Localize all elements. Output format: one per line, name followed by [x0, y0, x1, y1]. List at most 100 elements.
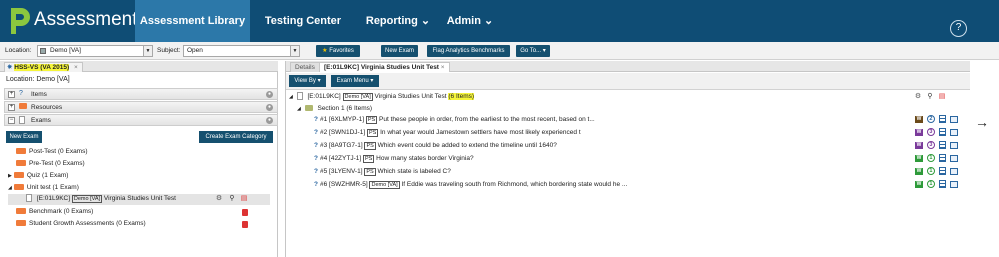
item-actions: W 1: [915, 154, 960, 164]
item-actions: W 3: [915, 128, 960, 138]
tree-folder-post-test[interactable]: Post-Test (0 Exams): [16, 147, 88, 157]
goto-button[interactable]: Go To... ▾: [516, 45, 550, 57]
tab-details[interactable]: Details: [290, 62, 320, 72]
building-icon: [40, 48, 46, 54]
close-icon[interactable]: ×: [74, 64, 78, 71]
tree-folder-pre-test[interactable]: Pre-Test (0 Exams): [16, 159, 85, 169]
chevron-down-icon: ▼: [290, 46, 299, 56]
list-item[interactable]: ? #4 [42ZYTJ-1] PS How many states border…: [314, 154, 474, 164]
location-select[interactable]: Demo [VA] ▼: [37, 45, 153, 57]
gear-icon: ✷: [7, 64, 13, 71]
tree-folder-unit-test[interactable]: ◢ Unit test (1 Exam): [8, 183, 79, 193]
exam-doc-icon: [26, 194, 32, 202]
section-folder-icon: [304, 105, 313, 111]
item-actions: W 1: [915, 180, 960, 190]
chevron-down-icon: ⌄: [420, 15, 431, 27]
grid-icon[interactable]: [938, 128, 946, 136]
item-actions: W 3: [915, 141, 960, 151]
pdf-icon[interactable]: ▤: [938, 93, 946, 101]
grid-icon[interactable]: [938, 180, 946, 188]
accordion-exams[interactable]: − Exams ●: [4, 114, 278, 126]
expand-icon[interactable]: +: [8, 104, 15, 111]
difficulty-badge: 3: [926, 141, 935, 149]
grid-icon[interactable]: [938, 154, 946, 162]
list-item[interactable]: ? #3 [8A9TG7-1] PS Which event could be a…: [314, 141, 557, 151]
new-exam-button[interactable]: New Exam: [6, 131, 42, 143]
grid-icon[interactable]: [938, 141, 946, 149]
collapse-arrow-icon[interactable]: ◢: [297, 106, 301, 112]
view-by-button[interactable]: View By ▾: [289, 75, 326, 87]
arrow-right-icon[interactable]: →: [975, 114, 989, 130]
copy-icon[interactable]: [949, 167, 958, 175]
list-item[interactable]: ? #5 [3LYENV-1] PS Which state is labeled…: [314, 167, 451, 177]
options-icon[interactable]: ●: [266, 91, 273, 98]
grid-icon[interactable]: [938, 115, 946, 123]
options-icon[interactable]: ●: [266, 117, 273, 124]
subject-select[interactable]: Open ▼: [183, 45, 300, 57]
copy-icon[interactable]: [949, 115, 958, 123]
gear-icon[interactable]: ⚙: [215, 195, 223, 203]
question-icon: ?: [314, 142, 318, 149]
location-text: Location: Demo [VA]: [6, 76, 70, 83]
tree-exam-node[interactable]: [E:01L9KC] Demo [VA] Virginia Studies Un…: [26, 194, 176, 204]
magnify-icon[interactable]: ⚲: [926, 93, 934, 101]
list-item[interactable]: ? #1 [6XLMYP-1] PS Put these people in or…: [314, 115, 595, 125]
webb-dok-icon: W: [915, 180, 923, 188]
webb-dok-icon: W: [915, 167, 923, 175]
magnify-icon[interactable]: ⚲: [228, 195, 236, 203]
create-exam-category-button[interactable]: Create Exam Category: [199, 131, 273, 143]
collapse-arrow-icon[interactable]: ◢: [289, 94, 293, 100]
difficulty-badge: 1: [926, 167, 935, 175]
expand-icon[interactable]: +: [8, 91, 15, 98]
pdf-icon[interactable]: ▤: [240, 195, 248, 203]
question-icon: ?: [314, 129, 318, 136]
question-icon: ?: [19, 90, 23, 97]
caret-down-icon: ▾: [542, 48, 546, 54]
tree-folder-quiz[interactable]: ▶ Quiz (1 Exam): [8, 171, 68, 181]
exam-doc-icon: [296, 92, 303, 100]
gear-icon[interactable]: ⚙: [914, 93, 922, 101]
collapse-arrow-icon[interactable]: ◢: [8, 185, 12, 191]
webb-dok-icon: W: [915, 141, 923, 149]
left-tab-bar: ✷ HSS-VS (VA 2015) ×: [0, 61, 278, 72]
collapse-icon[interactable]: −: [8, 117, 15, 124]
tab-assessment-library[interactable]: Assessment Library: [135, 0, 250, 42]
accordion-resources[interactable]: + Resources ●: [4, 101, 278, 113]
list-item[interactable]: ? #2 [SWN1DJ-1] PS In what year would Jam…: [314, 128, 581, 138]
item-actions: W 1: [915, 167, 960, 177]
grid-icon[interactable]: [938, 167, 946, 175]
exam-root-node[interactable]: ◢ [E:01L9KC] Demo [VA] Virginia Studies …: [289, 92, 475, 102]
expand-arrow-icon[interactable]: ▶: [8, 173, 12, 179]
question-icon: ?: [314, 116, 318, 123]
top-nav: Assessment Assessment Library Testing Ce…: [0, 0, 999, 42]
copy-icon[interactable]: [949, 180, 958, 188]
accordion-items[interactable]: + ? Items ●: [4, 88, 278, 100]
tree-folder-student-growth[interactable]: Student Growth Assessments (0 Exams): [16, 219, 146, 229]
copy-icon[interactable]: [949, 128, 958, 136]
caret-down-icon: ▾: [317, 78, 321, 84]
flag-analytics-button[interactable]: Flag Analytics Benchmarks: [427, 45, 510, 57]
exam-menu-button[interactable]: Exam Menu ▾: [331, 75, 379, 87]
tab-reporting[interactable]: Reporting ⌄: [358, 0, 438, 42]
question-icon: ?: [314, 155, 318, 162]
tab-exam[interactable]: [E:01L9KC] Virginia Studies Unit Test ×: [319, 62, 450, 72]
new-exam-button[interactable]: New Exam: [381, 45, 418, 57]
tab-standard-set[interactable]: ✷ HSS-VS (VA 2015) ×: [4, 62, 83, 72]
help-icon[interactable]: ?: [950, 20, 967, 37]
subject-label: Subject:: [157, 47, 181, 54]
folder-icon: [16, 148, 26, 154]
right-tab-bar: Details [E:01L9KC] Virginia Studies Unit…: [286, 61, 970, 72]
exam-icon: [19, 116, 28, 124]
copy-icon[interactable]: [949, 141, 958, 149]
tab-admin[interactable]: Admin ⌄: [440, 0, 500, 42]
close-icon[interactable]: ×: [441, 64, 445, 71]
list-item[interactable]: ? #6 [SWZHMR-5] Demo [VA] If Eddie was tr…: [314, 180, 627, 190]
tab-testing-center[interactable]: Testing Center: [258, 0, 348, 42]
lock-icon: [242, 221, 248, 228]
item-actions: W 2: [915, 115, 960, 125]
options-icon[interactable]: ●: [266, 104, 273, 111]
section-node[interactable]: ◢ Section 1 (6 Items): [297, 104, 372, 114]
copy-icon[interactable]: [949, 154, 958, 162]
tree-folder-benchmark[interactable]: Benchmark (0 Exams): [16, 207, 93, 217]
favorites-button[interactable]: ★ Favorites: [316, 45, 360, 57]
